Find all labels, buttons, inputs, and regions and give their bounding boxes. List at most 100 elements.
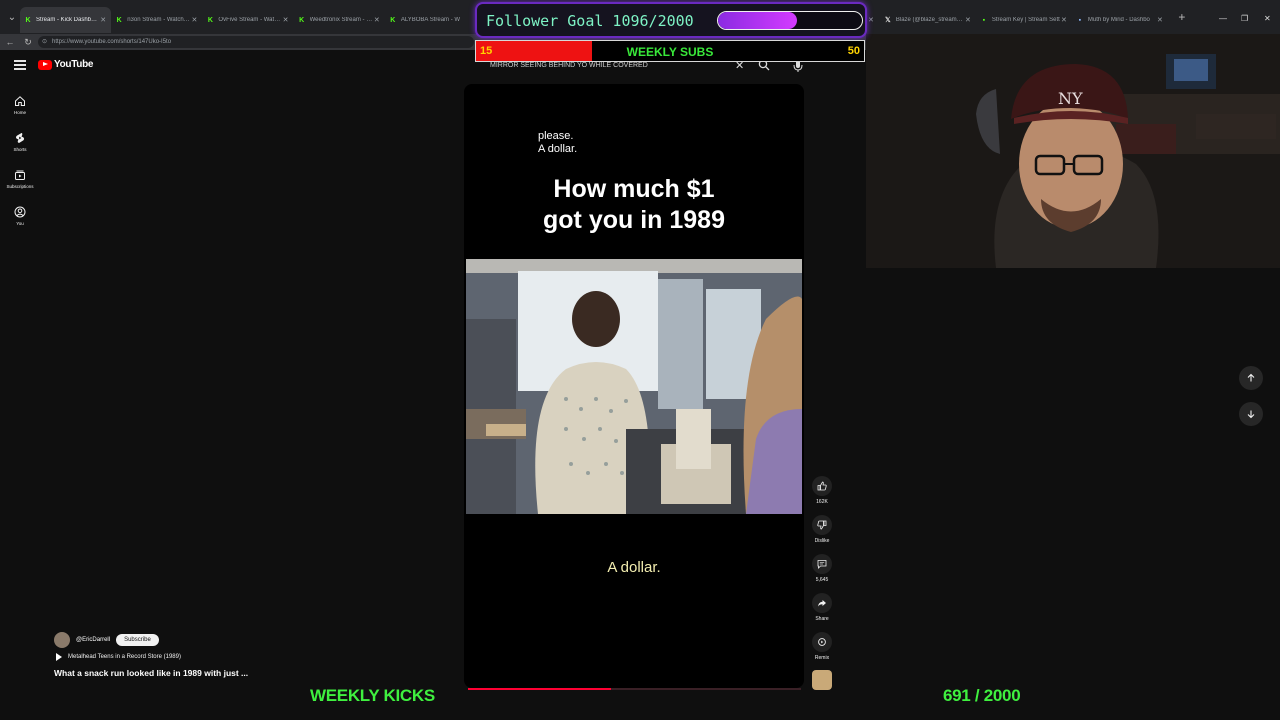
restore-icon[interactable]: ❐	[1241, 14, 1248, 23]
short-headline: How much $1 got you in 1989	[464, 174, 804, 236]
avatar[interactable]	[54, 632, 70, 648]
shorts-player[interactable]: please. A dollar. How much $1 got you in…	[464, 84, 804, 688]
browser-tab[interactable]: K Stream - Kick Dashboard ✕	[20, 7, 112, 33]
window-close-icon[interactable]: ✕	[1264, 14, 1271, 23]
music-play-icon	[56, 653, 62, 661]
weekly-subs-widget: 15 WEEKLY SUBS 50	[475, 40, 865, 62]
youtube-logo[interactable]: YouTube	[38, 59, 94, 70]
remix-icon	[818, 638, 826, 646]
follower-goal-text: Follower Goal 1096/2000	[486, 12, 694, 30]
tab-close-icon[interactable]: ✕	[282, 16, 290, 24]
browser-tab[interactable]: 𝕏 Blaze (@blaze_stream) / X ✕	[880, 7, 976, 33]
tab-close-icon[interactable]: ✕	[1060, 16, 1068, 24]
tab-strip-right: ✕ 𝕏 Blaze (@blaze_stream) / X ✕ ▪ Stream…	[868, 0, 1190, 34]
browser-tab[interactable]: K Weedtronix Stream - Wat ✕	[294, 7, 385, 33]
tab-close-icon[interactable]: ✕	[190, 16, 198, 24]
tab-close-icon[interactable]: ✕	[1156, 16, 1164, 24]
tab-close-icon[interactable]: ✕	[373, 16, 381, 24]
store-scene-image	[466, 259, 802, 514]
tab-close-icon[interactable]: ✕	[99, 16, 107, 24]
tab-title: Stream - Kick Dashboard	[36, 17, 100, 23]
share-button[interactable]: Share	[808, 593, 836, 632]
reload-icon[interactable]: ↻	[23, 37, 33, 47]
follower-goal-fill	[718, 12, 797, 29]
guide-item-label: Subscriptions	[6, 183, 34, 189]
guide-item-you[interactable]: You	[0, 197, 40, 234]
thumbs-up-icon	[817, 481, 827, 491]
youtube-header: YouTube	[0, 50, 470, 82]
arrow-down-icon	[1247, 410, 1255, 419]
tab-title: Muth by Mirid - Dashbo	[1087, 17, 1150, 23]
browser-tab[interactable]: K n3on Stream - Watch Liv ✕	[111, 7, 202, 33]
arrow-up-icon	[1247, 373, 1255, 382]
kick-icon: K	[390, 16, 396, 24]
tab-close-icon[interactable]: ✕	[868, 16, 874, 24]
kick-icon: K	[116, 16, 122, 24]
weekly-kicks-label: WEEKLY KICKS	[310, 686, 435, 705]
browser-tab[interactable]: K ALYBOBA Stream - W	[385, 7, 476, 33]
caption-line: A dollar.	[538, 143, 578, 155]
video-progress-bar[interactable]	[468, 688, 801, 690]
dislike-label: Dislike	[814, 538, 830, 544]
guide-item-subscriptions[interactable]: Subscriptions	[0, 160, 40, 197]
subscriptions-icon	[15, 170, 25, 180]
tab-title: Weedtronix Stream - Wat	[309, 17, 373, 23]
next-short-button[interactable]	[1239, 402, 1263, 426]
guide-item-label: Shorts	[13, 146, 27, 152]
tab-title: Stream Key | Stream Sett	[991, 17, 1060, 23]
tab-title: OvFive Stream - Watch Li	[218, 17, 282, 23]
previous-short-button[interactable]	[1239, 366, 1263, 390]
streamer-webcam-image: NY	[866, 34, 1280, 268]
thumbs-down-icon	[817, 520, 827, 530]
url-field[interactable]: ⊙ https://www.youtube.com/shorts/147Uko-…	[38, 36, 474, 48]
browser-tab[interactable]: ▪ Muth by Mirid - Dashbo ✕	[1072, 7, 1168, 33]
follower-goal-widget: Follower Goal 1096/2000	[475, 2, 867, 38]
weekly-subs-max: 50	[847, 45, 860, 57]
tab-search-chevron-icon[interactable]: ⌄	[2, 7, 22, 27]
url-text: https://www.youtube.com/shorts/147Uko-I5…	[52, 39, 172, 45]
guide-sidebar: Home Shorts Subscriptions You	[0, 86, 40, 234]
dislike-button[interactable]: Dislike	[808, 515, 836, 554]
caption-line: please.	[538, 130, 574, 142]
weekly-subs-label: WEEKLY SUBS	[626, 45, 714, 59]
minimize-icon[interactable]: —	[1219, 14, 1227, 23]
guide-item-label: You	[16, 220, 24, 226]
browser-tab[interactable]: ▪ Stream Key | Stream Sett ✕	[976, 7, 1072, 33]
new-tab-plus-icon[interactable]: +	[1174, 9, 1190, 25]
like-button[interactable]: 162K	[808, 476, 836, 515]
music-title: Metalhead Teens in a Record Store (1989)	[68, 654, 181, 660]
tab-close-icon[interactable]: ✕	[964, 16, 972, 24]
guide-item-home[interactable]: Home	[0, 86, 40, 123]
guide-item-shorts[interactable]: Shorts	[0, 123, 40, 160]
subscribe-button[interactable]: Subscribe	[116, 634, 159, 646]
site-info-icon[interactable]: ⊙	[42, 36, 47, 48]
weekly-kicks-count: 691 / 2000	[943, 686, 1021, 705]
back-arrow-icon[interactable]: ←	[5, 37, 15, 47]
video-progress-fill	[468, 688, 612, 690]
svg-text:NY: NY	[1058, 89, 1083, 108]
tab-strip-left: K Stream - Kick Dashboard ✕ K n3on Strea…	[20, 0, 476, 34]
webcam-overlay: NY	[866, 34, 1280, 268]
comment-icon	[817, 560, 827, 569]
remix-button[interactable]: Remix	[808, 632, 836, 671]
caption-bottom: A dollar.	[607, 559, 661, 576]
short-description[interactable]: What a snack run looked like in 1989 wit…	[54, 668, 248, 678]
follower-goal-bar	[717, 11, 863, 30]
music-link[interactable]: Metalhead Teens in a Record Store (1989)	[54, 653, 248, 661]
caption-top: please. A dollar.	[538, 130, 577, 156]
headline-line: got you in 1989	[543, 206, 725, 234]
comment-count: 5,645	[815, 577, 829, 583]
home-icon	[15, 95, 25, 106]
channel-avatar-thumbnail[interactable]	[812, 670, 832, 690]
tab-title: n3on Stream - Watch Liv	[127, 17, 191, 23]
hamburger-menu-icon[interactable]	[14, 60, 26, 70]
comments-button[interactable]: 5,645	[808, 554, 836, 593]
video-frame	[466, 259, 802, 514]
kick-icon: K	[299, 16, 305, 24]
short-metadata: @EricDarrell Subscribe Metalhead Teens i…	[54, 632, 248, 678]
youtube-play-icon	[38, 59, 52, 70]
page-icon: ▪	[1078, 16, 1082, 24]
channel-handle[interactable]: @EricDarrell	[76, 637, 110, 643]
browser-tab[interactable]: K OvFive Stream - Watch Li ✕	[202, 7, 293, 33]
shorts-action-rail: 162K Dislike 5,645 Share Remix	[808, 476, 836, 671]
